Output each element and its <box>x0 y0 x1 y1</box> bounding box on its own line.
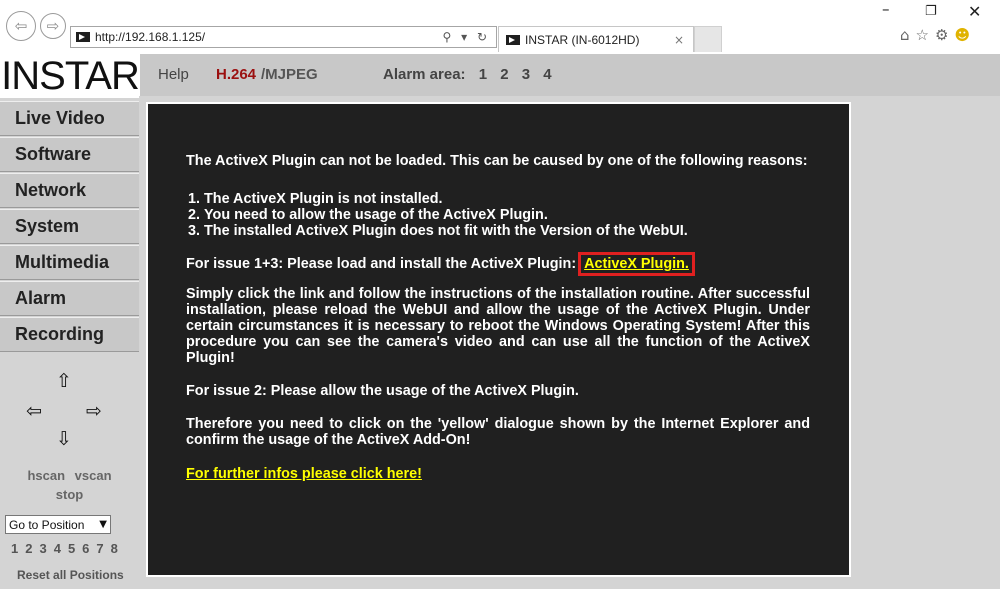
activex-message: The ActiveX Plugin can not be loaded. Th… <box>186 153 810 482</box>
position-8[interactable]: 8 <box>111 541 118 556</box>
position-7[interactable]: 7 <box>96 541 103 556</box>
ptz-right-icon[interactable]: ⇨ <box>86 400 102 422</box>
alarm-area-1[interactable]: 1 <box>479 66 487 83</box>
alarm-area-4[interactable]: 4 <box>543 66 551 83</box>
tab-close-icon[interactable]: × <box>674 33 684 47</box>
goto-position-select[interactable]: Go to Position ▼ <box>5 515 111 534</box>
search-refresh-icons[interactable]: ⚲ ▾ ↻ <box>443 30 491 44</box>
menu-alarm[interactable]: Alarm <box>0 281 139 316</box>
new-tab-button[interactable] <box>694 26 722 52</box>
minimize-icon[interactable]: – <box>882 0 890 18</box>
intro-text: The ActiveX Plugin can not be loaded. Th… <box>186 153 808 169</box>
h264-link[interactable]: H.264 <box>216 66 256 83</box>
ptz-down-icon[interactable]: ⇩ <box>56 428 72 450</box>
ptz-left-icon[interactable]: ⇦ <box>26 400 42 422</box>
forward-button[interactable]: ⇨ <box>40 13 66 39</box>
browser-toolbar-icons: ⌂ ☆ ⚙ ☻ <box>900 26 970 44</box>
position-list: 12345678 <box>11 541 125 556</box>
menu-live-video[interactable]: Live Video <box>0 101 139 136</box>
star-icon[interactable]: ☆ <box>916 26 929 44</box>
goto-position-value: Go to Position <box>9 517 85 532</box>
instructions-text: Simply click the link and follow the ins… <box>186 286 810 366</box>
stop-link[interactable]: stop <box>56 487 83 502</box>
menu-multimedia[interactable]: Multimedia <box>0 245 139 280</box>
issue13-text: For issue 1+3: Please load and install t… <box>186 256 577 272</box>
alarm-area-label: Alarm area: <box>383 66 466 83</box>
home-icon[interactable]: ⌂ <box>900 26 910 44</box>
restore-icon[interactable]: ❐ <box>925 4 937 19</box>
ptz-up-icon[interactable]: ⇧ <box>56 370 72 392</box>
scan-controls: hscan vscan stop <box>0 466 139 504</box>
menu-system[interactable]: System <box>0 209 139 244</box>
issue2-text: For issue 2: Please allow the usage of t… <box>186 383 579 399</box>
address-url[interactable]: http://192.168.1.125/ <box>95 30 443 44</box>
menu-recording[interactable]: Recording <box>0 317 139 352</box>
address-bar[interactable]: http://192.168.1.125/ ⚲ ▾ ↻ <box>70 26 497 48</box>
tab-favicon-icon <box>506 34 520 45</box>
issue13-line: For issue 1+3: Please load and install t… <box>186 252 810 276</box>
menu-network[interactable]: Network <box>0 173 139 208</box>
position-6[interactable]: 6 <box>82 541 89 556</box>
reasons-list: The ActiveX Plugin is not installed. You… <box>186 191 810 239</box>
reason-item: You need to allow the usage of the Activ… <box>204 207 810 223</box>
position-3[interactable]: 3 <box>39 541 46 556</box>
forward-arrow-icon: ⇨ <box>46 17 60 35</box>
position-5[interactable]: 5 <box>68 541 75 556</box>
position-2[interactable]: 2 <box>25 541 32 556</box>
tab-title: INSTAR (IN-6012HD) <box>525 32 640 47</box>
reset-positions-link[interactable]: Reset all Positions <box>17 568 124 582</box>
further-info-line: For further infos please click here! <box>186 466 810 482</box>
alarm-area-3[interactable]: 3 <box>522 66 530 83</box>
help-link[interactable]: Help <box>158 66 189 83</box>
hscan-link[interactable]: hscan <box>27 468 65 483</box>
reason-item: The installed ActiveX Plugin does not fi… <box>204 223 810 239</box>
smiley-icon[interactable]: ☻ <box>954 26 970 44</box>
mjpeg-link[interactable]: /MJPEG <box>261 66 318 83</box>
menu-software[interactable]: Software <box>0 137 139 172</box>
alarm-area-2[interactable]: 2 <box>500 66 508 83</box>
activex-link-highlight: ActiveX Plugin. <box>578 252 695 276</box>
position-1[interactable]: 1 <box>11 541 18 556</box>
close-window-icon[interactable]: ✕ <box>968 2 981 21</box>
further-info-link[interactable]: For further infos please click here! <box>186 466 422 482</box>
therefore-text: Therefore you need to click on the 'yell… <box>186 416 810 448</box>
instar-logo: INSTAR <box>0 54 140 98</box>
reason-item: The ActiveX Plugin is not installed. <box>204 191 810 207</box>
back-button[interactable]: ⇦ <box>6 11 36 41</box>
back-arrow-icon: ⇦ <box>14 17 28 35</box>
site-favicon-icon <box>76 32 90 42</box>
activex-plugin-link[interactable]: ActiveX Plugin. <box>584 256 689 272</box>
vscan-link[interactable]: vscan <box>75 468 112 483</box>
gear-icon[interactable]: ⚙ <box>935 26 948 44</box>
position-4[interactable]: 4 <box>54 541 61 556</box>
chevron-down-icon: ▼ <box>99 519 107 530</box>
browser-tab[interactable]: INSTAR (IN-6012HD) × <box>498 26 694 52</box>
alarm-area-bar: Alarm area: 1 2 3 4 <box>383 66 552 83</box>
